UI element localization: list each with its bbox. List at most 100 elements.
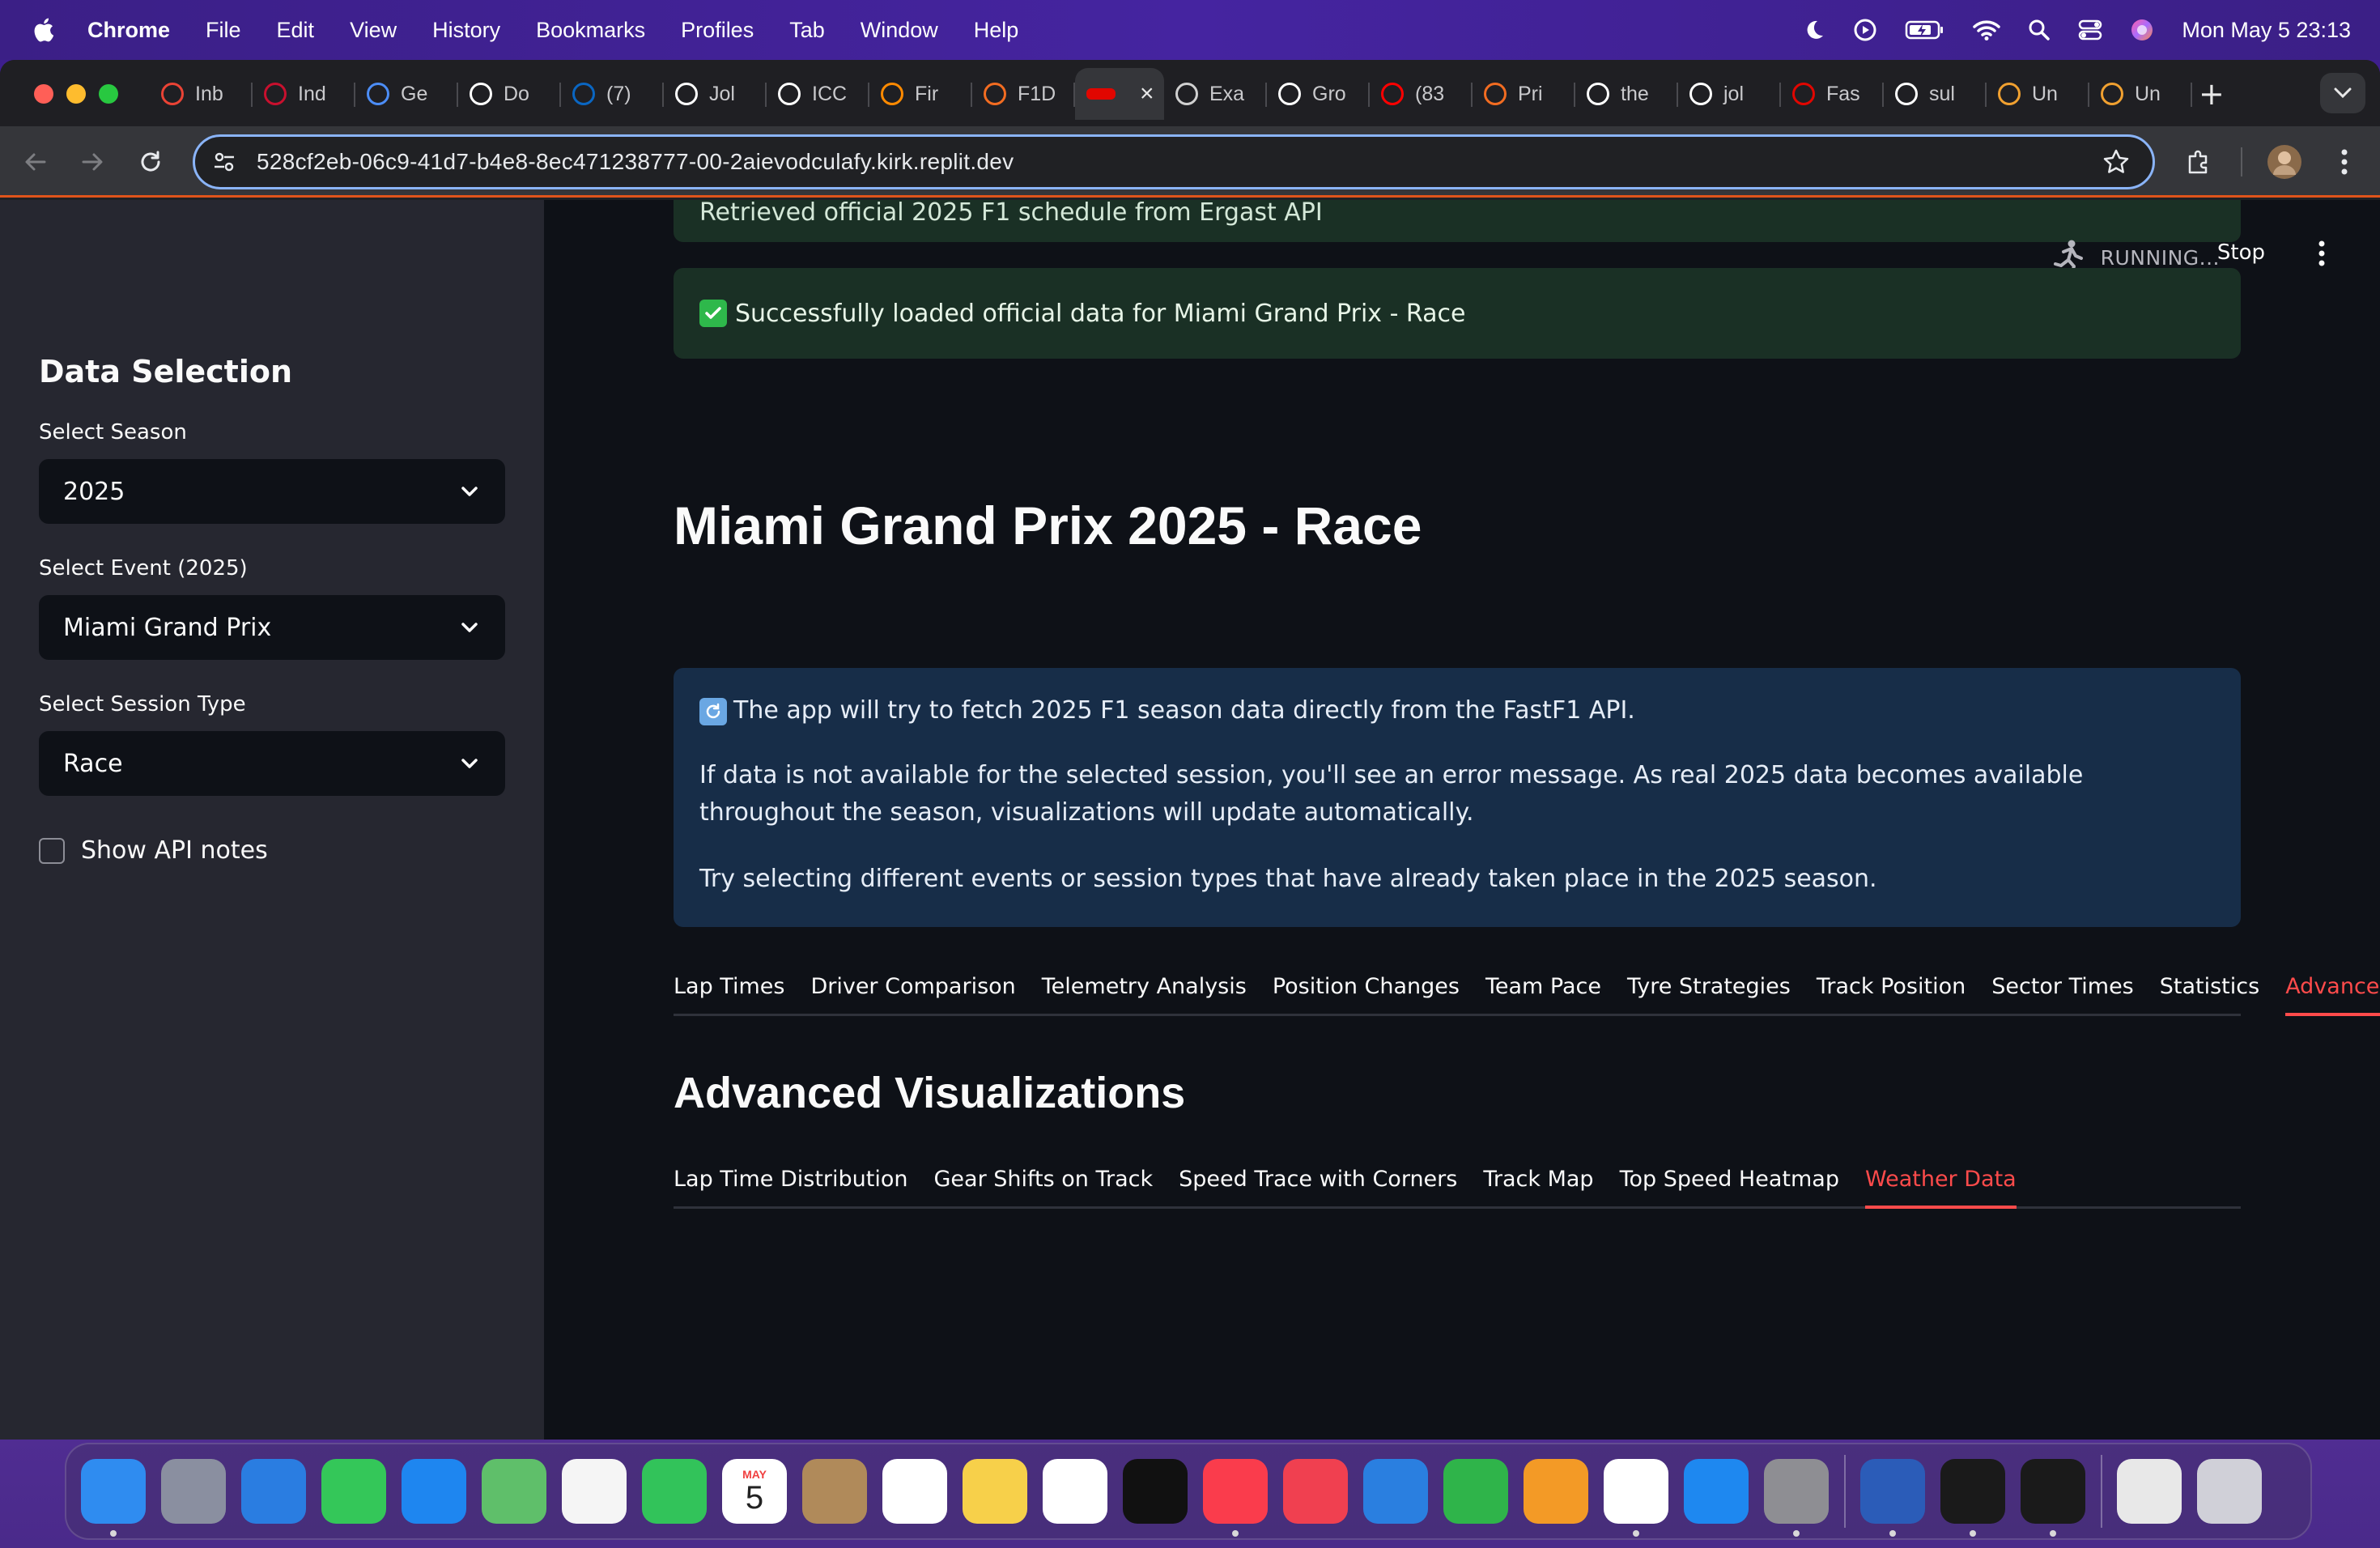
pages-icon[interactable] — [1524, 1459, 1588, 1524]
now-playing-icon[interactable] — [1853, 18, 1877, 42]
spotlight-search-icon[interactable] — [2028, 19, 2051, 41]
tab-advanced[interactable]: Advanced — [2285, 974, 2380, 1016]
extensions-icon[interactable] — [2181, 144, 2216, 180]
word-icon[interactable] — [1860, 1459, 1925, 1537]
launchpad-icon[interactable] — [161, 1459, 226, 1524]
session-select[interactable]: Race — [39, 731, 505, 796]
show-api-notes-checkbox[interactable]: Show API notes — [39, 836, 268, 865]
browser-tab[interactable]: jol — [1678, 68, 1781, 120]
browser-tab[interactable]: Ind — [253, 68, 355, 120]
back-button[interactable] — [18, 144, 53, 180]
tab-track-position[interactable]: Track Position — [1817, 974, 1966, 1014]
browser-tab[interactable]: Fir — [869, 68, 972, 120]
forward-button[interactable] — [74, 144, 110, 180]
menu-tab[interactable]: Tab — [789, 18, 825, 43]
browser-tab[interactable]: (83 — [1370, 68, 1473, 120]
menu-edit[interactable]: Edit — [277, 18, 315, 43]
new-tab-button[interactable]: + — [2199, 68, 2225, 120]
numbers-icon[interactable] — [1443, 1459, 1508, 1524]
trash-icon[interactable] — [2197, 1459, 2262, 1524]
safari-icon[interactable] — [241, 1459, 306, 1524]
apple-menu-icon[interactable] — [31, 16, 63, 44]
menu-profiles[interactable]: Profiles — [681, 18, 754, 43]
menu-view[interactable]: View — [350, 18, 397, 43]
browser-tab[interactable]: Pri — [1473, 68, 1575, 120]
profile-avatar[interactable] — [2267, 144, 2302, 180]
menu-window[interactable]: Window — [861, 18, 938, 43]
tab-driver-comparison[interactable]: Driver Comparison — [810, 974, 1015, 1014]
browser-tab[interactable]: Gro — [1267, 68, 1370, 120]
facetime-icon[interactable] — [642, 1459, 707, 1524]
tab-team-pace[interactable]: Team Pace — [1485, 974, 1601, 1014]
subtab-top-speed-heatmap[interactable]: Top Speed Heatmap — [1620, 1167, 1839, 1206]
tab-lap-times[interactable]: Lap Times — [674, 974, 784, 1014]
event-select[interactable]: Miami Grand Prix — [39, 595, 505, 660]
browser-tab[interactable]: Exa — [1164, 68, 1267, 120]
stop-button[interactable]: Stop — [2217, 240, 2265, 265]
freeform-icon[interactable] — [1043, 1459, 1107, 1524]
menu-bar-clock[interactable]: Mon May 5 23:13 — [2182, 18, 2351, 43]
news-icon[interactable] — [1283, 1459, 1348, 1524]
site-settings-icon[interactable] — [210, 147, 239, 176]
finder-icon[interactable] — [81, 1459, 146, 1537]
browser-tab[interactable]: sul — [1884, 68, 1987, 120]
browser-tab[interactable]: Fas — [1781, 68, 1884, 120]
browser-tab[interactable]: Inb — [150, 68, 253, 120]
tab-statistics[interactable]: Statistics — [2160, 974, 2259, 1014]
browser-tab[interactable]: Un — [1987, 68, 2089, 120]
activity-monitor-icon[interactable] — [1940, 1459, 2005, 1537]
document-icon[interactable] — [2117, 1459, 2182, 1524]
notes-icon[interactable] — [963, 1459, 1027, 1524]
browser-tab[interactable]: Un — [2089, 68, 2192, 120]
tab-position-changes[interactable]: Position Changes — [1273, 974, 1460, 1014]
maps-icon[interactable] — [482, 1459, 546, 1524]
chrome-icon[interactable] — [1604, 1459, 1668, 1537]
tab-search-button[interactable] — [2320, 73, 2365, 113]
browser-tab[interactable]: Do — [458, 68, 561, 120]
mail-icon[interactable] — [402, 1459, 466, 1524]
tab-tyre-strategies[interactable]: Tyre Strategies — [1627, 974, 1791, 1014]
subtab-gear-shifts-on-track[interactable]: Gear Shifts on Track — [934, 1167, 1154, 1206]
reload-button[interactable] — [133, 144, 168, 180]
system-settings-icon[interactable] — [1764, 1459, 1829, 1537]
messages-icon[interactable] — [321, 1459, 386, 1524]
close-window-button[interactable] — [34, 84, 53, 104]
focus-moon-icon[interactable] — [1803, 19, 1825, 41]
minimize-window-button[interactable] — [66, 84, 86, 104]
contacts-icon[interactable] — [802, 1459, 867, 1524]
terminal-icon[interactable] — [2021, 1459, 2085, 1537]
address-bar[interactable]: 528cf2eb-06c9-41d7-b4e8-8ec471238777-00-… — [193, 134, 2155, 189]
chrome-menu-icon[interactable] — [2327, 144, 2362, 180]
menu-help[interactable]: Help — [974, 18, 1019, 43]
control-center-icon[interactable] — [2078, 19, 2102, 41]
photos-icon[interactable] — [562, 1459, 627, 1524]
browser-tab[interactable]: F1D — [972, 68, 1075, 120]
menu-app-name[interactable]: Chrome — [87, 18, 170, 43]
menu-history[interactable]: History — [432, 18, 500, 43]
reminders-icon[interactable] — [882, 1459, 947, 1524]
subtab-speed-trace-with-corners[interactable]: Speed Trace with Corners — [1179, 1167, 1457, 1206]
subtab-lap-time-distribution[interactable]: Lap Time Distribution — [674, 1167, 908, 1206]
browser-tab[interactable]: the — [1575, 68, 1678, 120]
tab-telemetry-analysis[interactable]: Telemetry Analysis — [1042, 974, 1247, 1014]
keynote-icon[interactable] — [1363, 1459, 1428, 1524]
menu-bookmarks[interactable]: Bookmarks — [536, 18, 645, 43]
subtab-track-map[interactable]: Track Map — [1483, 1167, 1593, 1206]
tv-icon[interactable] — [1123, 1459, 1188, 1524]
close-tab-icon[interactable]: × — [1140, 80, 1154, 108]
app-store-icon[interactable] — [1684, 1459, 1749, 1524]
music-icon[interactable] — [1203, 1459, 1268, 1537]
zoom-window-button[interactable] — [99, 84, 118, 104]
battery-icon[interactable] — [1905, 19, 1945, 40]
checkbox-box[interactable] — [39, 837, 65, 864]
tab-sector-times[interactable]: Sector Times — [1991, 974, 2134, 1014]
app-menu-icon[interactable] — [2314, 239, 2330, 268]
season-select[interactable]: 2025 — [39, 459, 505, 524]
browser-tab[interactable]: × — [1075, 68, 1164, 120]
wifi-icon[interactable] — [1973, 19, 2001, 41]
browser-tab[interactable]: ICC — [767, 68, 869, 120]
browser-tab[interactable]: Ge — [355, 68, 458, 120]
menu-file[interactable]: File — [206, 18, 241, 43]
calendar-icon[interactable]: MAY 5 — [722, 1459, 787, 1524]
subtab-weather-data[interactable]: Weather Data — [1864, 1167, 2017, 1209]
